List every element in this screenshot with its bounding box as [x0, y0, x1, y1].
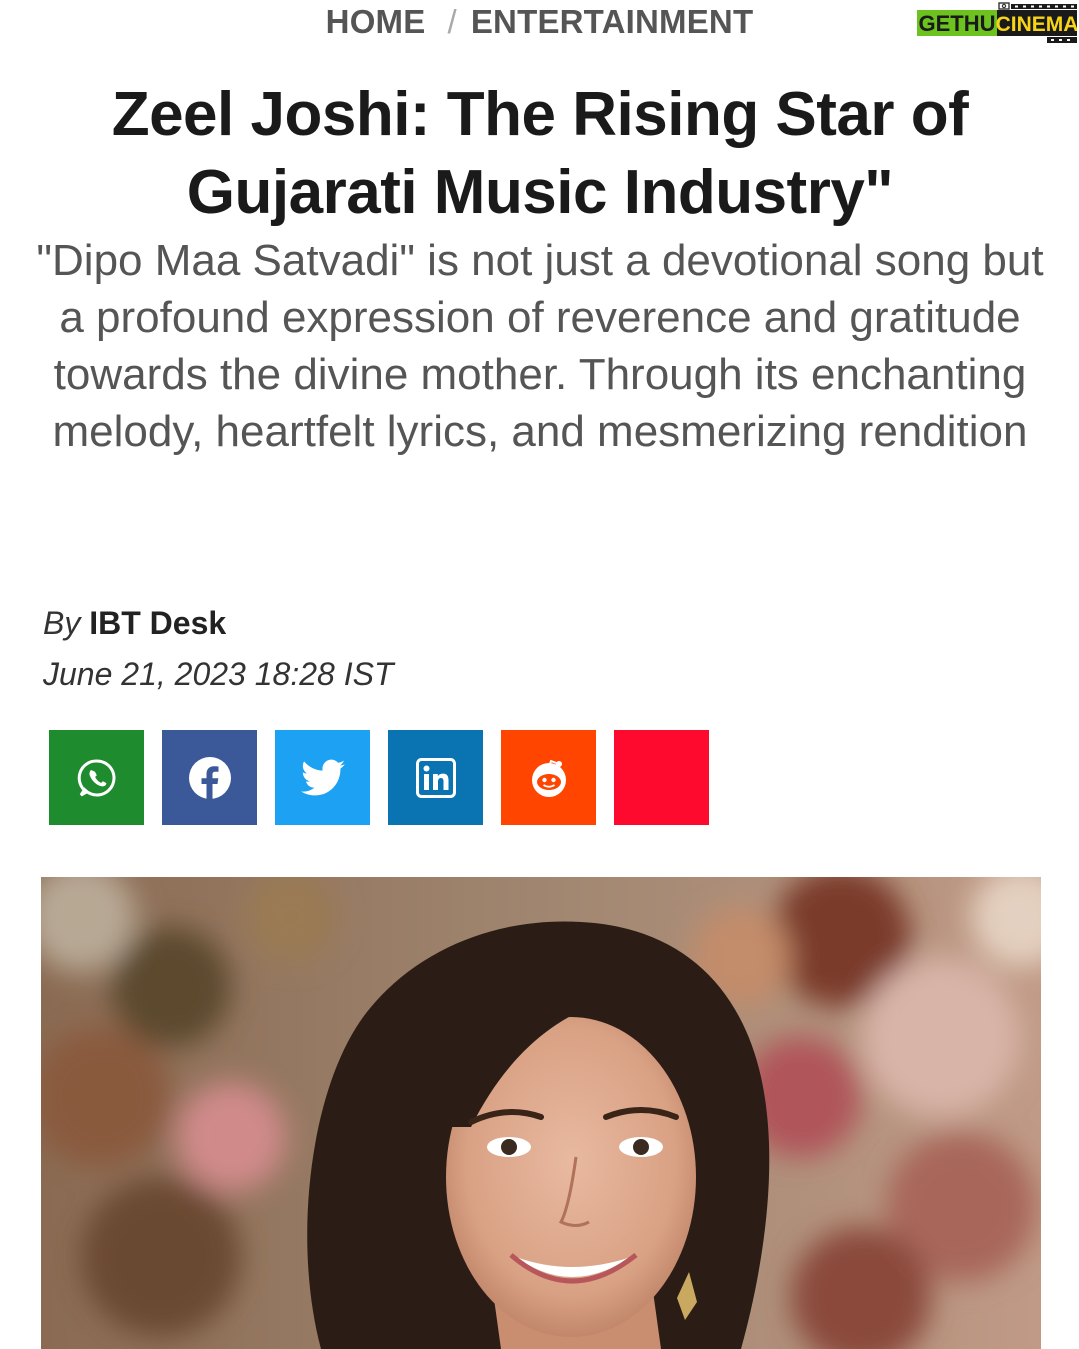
camera-icon [998, 2, 1010, 10]
breadcrumb-section-link[interactable]: ENTERTAINMENT [471, 3, 753, 41]
byline-prefix: By [43, 605, 81, 641]
linkedin-icon [415, 757, 456, 798]
breadcrumb-separator: / [447, 3, 457, 40]
article-hero-image [41, 877, 1041, 1349]
article-title: Zeel Joshi: The Rising Star of Gujarati … [111, 80, 969, 227]
gethu-cinema-logo: GETHU CINEMA [917, 2, 1077, 43]
breadcrumb-home-link[interactable]: HOME [326, 3, 426, 41]
twitter-icon [300, 759, 345, 795]
author-link[interactable]: IBT Desk [89, 605, 226, 641]
share-twitter-button[interactable] [275, 730, 370, 825]
flipboard-icon [642, 758, 682, 798]
share-whatsapp-button[interactable] [49, 730, 144, 825]
byline: By IBT Desk [43, 605, 226, 642]
facebook-icon [188, 756, 231, 799]
whatsapp-icon [77, 758, 116, 796]
share-facebook-button[interactable] [162, 730, 257, 825]
publish-date: June 21, 2023 18:28 IST [43, 656, 394, 692]
article-summary: "Dipo Maa Satvadi" is not just a devotio… [36, 236, 1044, 456]
share-flipboard-button[interactable] [614, 730, 709, 825]
logo-text-gethu: GETHU [919, 11, 996, 36]
share-buttons [49, 730, 727, 825]
share-reddit-button[interactable] [501, 730, 596, 825]
logo-text-cinema: CINEMA [996, 13, 1077, 36]
share-linkedin-button[interactable] [388, 730, 483, 825]
reddit-icon [531, 759, 566, 797]
